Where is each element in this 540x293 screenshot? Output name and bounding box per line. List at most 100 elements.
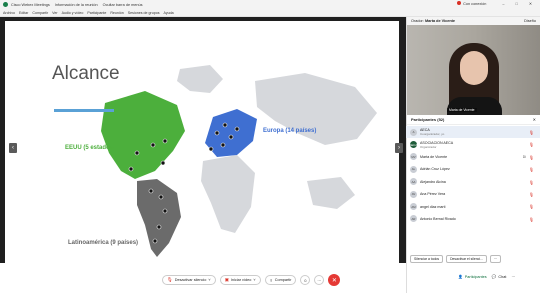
panel-tabs: 👤 Participantes 💬 Chat ··· xyxy=(458,274,515,280)
map-pin xyxy=(152,238,158,244)
map-pin xyxy=(214,130,220,136)
participant-row[interactable]: AM angel diaz marti 🎙 xyxy=(406,200,540,212)
mic-muted-icon[interactable]: 🎙 xyxy=(529,180,534,185)
mic-muted-icon[interactable]: 🎙 xyxy=(529,192,534,197)
prev-slide-button[interactable]: ‹ xyxy=(9,143,17,153)
avatar: A xyxy=(410,128,417,136)
map-pin xyxy=(134,150,140,156)
participant-row[interactable]: A AECA Coorganizador, yo 🎙 xyxy=(406,126,540,139)
map-pin xyxy=(148,188,154,194)
map-pin xyxy=(128,166,134,172)
participants-tab[interactable]: 👤 Participantes xyxy=(458,274,487,280)
participant-name: angel diaz marti xyxy=(420,204,446,209)
restore-button[interactable]: □ xyxy=(516,2,518,6)
menu-archivo[interactable]: Archivo xyxy=(3,11,15,15)
map-pin xyxy=(150,142,156,148)
avatar: MV xyxy=(410,153,417,161)
participant-name: Antonio Bernal Rivado xyxy=(420,216,456,221)
reactions-button[interactable]: ☺ xyxy=(300,275,311,285)
close-panel-icon[interactable]: ✕ xyxy=(533,117,536,122)
meeting-info-link[interactable]: Información de la reunión xyxy=(55,3,98,7)
video-person-face xyxy=(460,51,488,85)
hide-menu-bar-button[interactable]: Ocultar barra de menús xyxy=(103,3,143,7)
unmute-button[interactable]: 🎙 Desactivar silencio ˅ xyxy=(162,275,216,285)
menu-sesiones[interactable]: Sesiones de grupos xyxy=(128,11,160,15)
speaker-video[interactable]: Marta de Vicente xyxy=(407,25,540,115)
close-window-button[interactable]: ✕ xyxy=(529,1,532,6)
chat-tab[interactable]: 💬 Chat xyxy=(491,274,507,280)
menu-compartir[interactable]: Compartir xyxy=(32,11,48,15)
avatar: AECA xyxy=(409,141,418,149)
title-bar: Cisco Webex Meetings Información de la r… xyxy=(0,0,540,9)
map-pin xyxy=(156,224,162,230)
connection-status[interactable]: Con conexión xyxy=(457,1,491,6)
mic-muted-icon[interactable]: 🎙 xyxy=(529,167,534,172)
map-pin xyxy=(160,160,166,166)
menu-participante[interactable]: Participante xyxy=(87,11,106,15)
participant-role: Coorganizador, yo xyxy=(420,132,445,137)
speaker-bar: Orador: Marta de Vicente Diseño xyxy=(407,17,540,25)
slide-title: Alcance xyxy=(52,63,120,84)
next-slide-button[interactable]: › xyxy=(395,143,403,153)
title-underline xyxy=(54,109,114,112)
start-video-button[interactable]: ▣ Iniciar vídeo ˅ xyxy=(219,275,261,285)
participant-row[interactable]: AA Alejandro Alcina 🎙 xyxy=(406,176,540,188)
map-region-latam xyxy=(137,179,181,257)
menu-ver[interactable]: Ver xyxy=(52,11,57,15)
map-pin xyxy=(208,146,214,152)
camera-off-icon: ▣ xyxy=(224,277,229,282)
mute-all-button[interactable]: Silenciar a todos xyxy=(410,255,444,263)
chevron-down-icon[interactable]: ˅ xyxy=(208,278,210,282)
avatar: AV xyxy=(410,190,417,198)
participant-name: Alejandro Alcina xyxy=(420,179,446,184)
participant-name: Marta de Vicente xyxy=(420,154,448,159)
share-button[interactable]: ⇪ Compartir xyxy=(264,275,297,285)
connection-dot-icon xyxy=(457,1,462,5)
chat-icon: 💬 xyxy=(491,275,497,279)
map-pin xyxy=(234,126,240,132)
participant-row[interactable]: AR Antonio Bernal Rivado 🎙 xyxy=(406,213,540,225)
end-meeting-button[interactable]: ✕ xyxy=(328,274,341,286)
map-pin xyxy=(162,208,168,214)
label-europe: Europa (14 países) xyxy=(263,128,317,134)
map-rest-africa xyxy=(201,155,255,233)
avatar: AM xyxy=(410,203,417,211)
participant-row[interactable]: AV Ana Pérez Vera 🎙 xyxy=(406,188,540,200)
menu-reunion[interactable]: Reunión xyxy=(110,11,123,15)
menu-ayuda[interactable]: Ayuda xyxy=(164,11,174,15)
unmute-all-button[interactable]: Desactivar el silenci... xyxy=(446,255,487,263)
mic-off-icon: 🎙 xyxy=(167,277,173,282)
share-icon: ⇪ xyxy=(269,278,273,283)
label-usa: EEUU (5 estados) xyxy=(65,145,116,151)
meeting-controls-bar: 🎙 Desactivar silencio ˅ ▣ Iniciar vídeo … xyxy=(0,263,406,293)
participant-row[interactable]: AECA ASOCIACION AECA Organizador 🎙 xyxy=(406,138,540,150)
menu-editar[interactable]: Editar xyxy=(19,11,28,15)
more-panels-button[interactable]: ··· xyxy=(511,275,515,279)
speaker-label: Orador: Marta de Vicente xyxy=(411,19,456,23)
mic-muted-icon[interactable]: 🎙 xyxy=(529,204,534,209)
menu-audio-video[interactable]: Audio y vídeo xyxy=(62,11,84,15)
more-button[interactable]: ··· xyxy=(314,275,325,285)
participant-name: Adrián Cruz López xyxy=(420,167,450,172)
avatar: AL xyxy=(410,165,417,173)
app-title: Cisco Webex Meetings xyxy=(11,2,50,7)
map-rest-asia xyxy=(255,73,377,145)
participant-tag: Di xyxy=(522,154,526,159)
participants-header: Participantes (52) ✕ xyxy=(407,115,540,125)
map-pin xyxy=(162,138,168,144)
layout-button[interactable]: Diseño xyxy=(524,19,536,23)
video-name-tag: Marta de Vicente xyxy=(447,108,477,112)
mic-muted-icon[interactable]: 🎙 xyxy=(529,142,534,147)
mic-muted-icon[interactable]: 🎙 xyxy=(529,155,534,160)
video-person-body xyxy=(447,97,502,115)
participants-title[interactable]: Participantes (52) xyxy=(411,117,444,122)
world-map xyxy=(101,65,377,257)
chevron-down-icon[interactable]: ˅ xyxy=(253,278,255,282)
participant-row[interactable]: AL Adrián Cruz López 🎙 xyxy=(406,163,540,175)
more-options-button[interactable]: ··· xyxy=(489,255,502,263)
avatar: AA xyxy=(410,178,417,186)
participant-row[interactable]: MV Marta de Vicente Di 🎙 xyxy=(406,151,540,163)
minimize-button[interactable]: – xyxy=(502,2,504,6)
mic-muted-icon[interactable]: 🎙 xyxy=(529,130,534,135)
mic-muted-icon[interactable]: 🎙 xyxy=(529,217,534,222)
